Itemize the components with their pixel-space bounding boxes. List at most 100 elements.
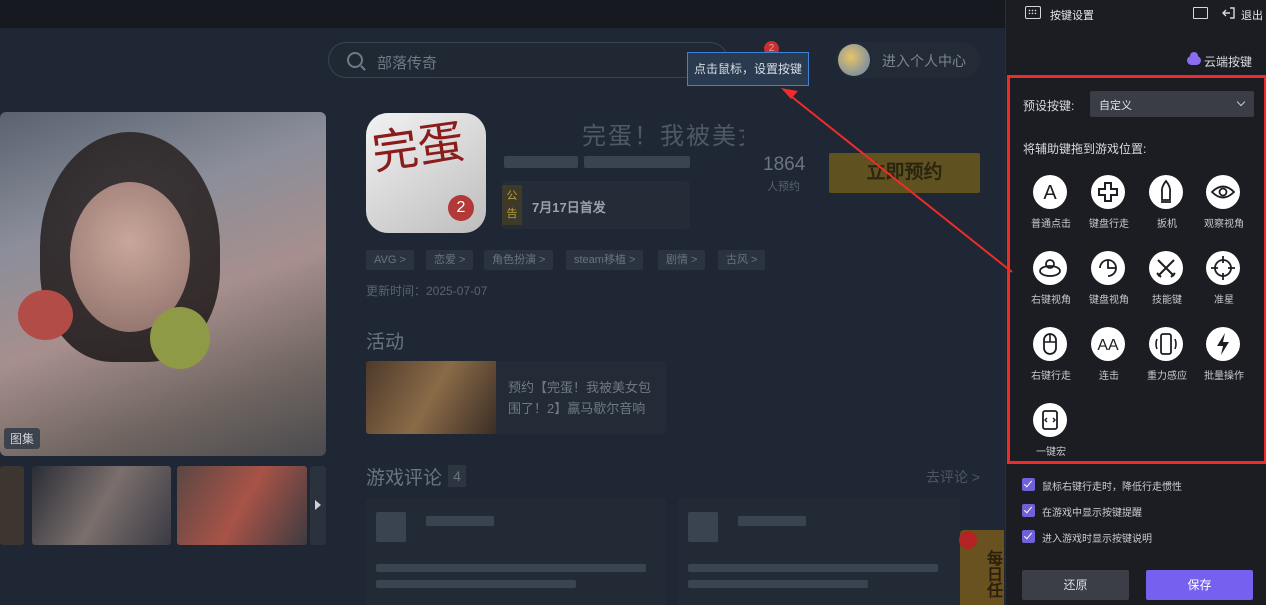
game-title: 完蛋！我被美女: [582, 123, 744, 150]
review-card[interactable]: [366, 498, 666, 605]
keyboard-view-icon: [1091, 251, 1125, 285]
activity-heading: 活动: [366, 332, 405, 353]
crosshair-icon: [1206, 251, 1240, 285]
tool-label: 普通点击: [1031, 219, 1071, 230]
reset-button[interactable]: 还原: [1022, 570, 1129, 600]
tool-one-key-macro[interactable]: 一键宏: [1022, 403, 1080, 469]
game-logo: 完蛋 2: [366, 113, 486, 233]
exit-icon[interactable]: [1222, 6, 1236, 20]
red-pin-icon: [959, 531, 977, 549]
app-root: 部落传奇 2 进入个人中心 图集 完蛋 2 完蛋！我被美女 公告: [0, 0, 1266, 605]
blurred-text: [426, 516, 494, 526]
hero-image[interactable]: 图集: [0, 112, 326, 456]
game-detail-page: 部落传奇 2 进入个人中心 图集 完蛋 2 完蛋！我被美女 公告: [0, 0, 1005, 605]
blurred-text: [688, 580, 868, 588]
option-show-key-hints[interactable]: 在游戏中显示按键提醒: [1022, 503, 1258, 519]
tag[interactable]: AVG >: [366, 250, 414, 270]
update-time: 更新时间：2025-07-07: [366, 284, 488, 298]
save-button[interactable]: 保存: [1146, 570, 1253, 600]
cloud-keys-button[interactable]: 云端按键: [1204, 53, 1252, 70]
option-show-key-guide[interactable]: 进入游戏时显示按键说明: [1022, 529, 1258, 545]
tag[interactable]: 剧情 >: [658, 250, 706, 270]
activity-card[interactable]: 预约【完蛋！我被美女包围了！2】赢马歇尔音响: [366, 361, 666, 434]
activity-image: [366, 361, 496, 434]
thumbnail[interactable]: [0, 466, 24, 545]
blurred-avatar: [376, 512, 406, 542]
gallery-label[interactable]: 图集: [4, 428, 41, 449]
svg-text:A: A: [1043, 182, 1057, 204]
reserve-button[interactable]: 立即预约: [829, 153, 980, 193]
option-reduce-inertia[interactable]: 鼠标右键行走时，降低行走惯性: [1022, 477, 1258, 493]
panel-header: 按键设置 退出: [1006, 0, 1266, 28]
option-label: 在游戏中显示按键提醒: [1042, 508, 1142, 519]
option-label: 鼠标右键行走时，降低行走惯性: [1042, 482, 1182, 493]
reviews-heading: 游戏评论: [366, 468, 443, 489]
tool-label: 扳机: [1157, 219, 1177, 230]
tool-right-click-view[interactable]: 右键视角: [1022, 251, 1080, 317]
exit-button[interactable]: 退出: [1241, 7, 1263, 23]
tool-combo[interactable]: AA 连击: [1080, 327, 1138, 393]
dpad-icon: [1091, 175, 1125, 209]
tool-keyboard-view[interactable]: 键盘视角: [1080, 251, 1138, 317]
folder-icon[interactable]: [1193, 7, 1208, 19]
reviews-count: 4: [448, 465, 466, 487]
tool-label: 键盘行走: [1089, 219, 1129, 230]
search-box[interactable]: 部落传奇: [328, 42, 728, 78]
user-center-label: 进入个人中心: [882, 53, 966, 69]
hero-pear: [150, 307, 210, 369]
game-logo-number: 2: [448, 195, 474, 221]
tool-label: 批量操作: [1204, 371, 1244, 382]
tool-batch-action[interactable]: 批量操作: [1195, 327, 1253, 393]
tool-label: 右键视角: [1031, 295, 1071, 306]
review-card[interactable]: [678, 498, 960, 605]
tool-trigger[interactable]: 扳机: [1138, 175, 1196, 241]
avatar: [838, 44, 870, 76]
tool-crosshair[interactable]: 准星: [1195, 251, 1253, 317]
blurred-text: [376, 580, 576, 588]
svg-text:AA: AA: [1097, 337, 1119, 354]
tag[interactable]: 角色扮演 >: [484, 250, 554, 270]
tag[interactable]: steam移植 >: [566, 250, 644, 270]
phone-tilt-icon: [1149, 327, 1183, 361]
chevron-down-icon: [1236, 97, 1246, 107]
tool-label: 右键行走: [1031, 371, 1071, 382]
thumbnail-next-button[interactable]: [310, 466, 326, 545]
tool-label: 技能键: [1152, 295, 1182, 306]
macro-script-icon: [1033, 403, 1067, 437]
checkbox-checked[interactable]: [1022, 478, 1035, 491]
thumbnail[interactable]: [32, 466, 171, 545]
activity-text: 预约【完蛋！我被美女包围了！2】赢马歇尔音响: [508, 380, 652, 416]
preset-label: 预设按键:: [1023, 99, 1075, 113]
right-view-icon: [1033, 251, 1067, 285]
keyboard-icon: [1025, 6, 1041, 19]
blurred-text: [376, 564, 646, 572]
tool-label: 一键宏: [1036, 447, 1066, 458]
drag-hint: 将辅助键拖到游戏位置:: [1023, 142, 1147, 156]
hero-apple: [18, 290, 73, 340]
tool-label: 重力感应: [1147, 371, 1187, 382]
tool-right-click-walk[interactable]: 右键行走: [1022, 327, 1080, 393]
crossed-swords-icon: [1149, 251, 1183, 285]
tool-observe-view[interactable]: 观察视角: [1195, 175, 1253, 241]
tool-gravity-sensor[interactable]: 重力感应: [1138, 327, 1196, 393]
write-review-link[interactable]: 去评论 >: [926, 467, 980, 487]
bullet-icon: [1149, 175, 1183, 209]
tool-keyboard-walk[interactable]: 键盘行走: [1080, 175, 1138, 241]
user-center-button[interactable]: 进入个人中心: [836, 42, 980, 78]
lightning-icon: [1206, 327, 1240, 361]
reserve-count-label: 人预约: [767, 181, 800, 193]
preset-select[interactable]: 自定义: [1090, 91, 1254, 117]
cloud-icon[interactable]: [1187, 52, 1201, 65]
notice-label: 公告: [502, 185, 522, 225]
reserve-count: 1864: [763, 154, 806, 175]
thumbnail[interactable]: [177, 466, 307, 545]
tool-normal-click[interactable]: A 普通点击: [1022, 175, 1080, 241]
notice-box[interactable]: 公告 7月17日首发: [502, 181, 690, 229]
checkbox-checked[interactable]: [1022, 504, 1035, 517]
tag[interactable]: 恋爱 >: [426, 250, 474, 270]
tag[interactable]: 古风 >: [718, 250, 766, 270]
tool-label: 键盘视角: [1089, 295, 1129, 306]
tool-skill-key[interactable]: 技能键: [1138, 251, 1196, 317]
checkbox-checked[interactable]: [1022, 530, 1035, 543]
tool-label: 准星: [1214, 295, 1234, 306]
